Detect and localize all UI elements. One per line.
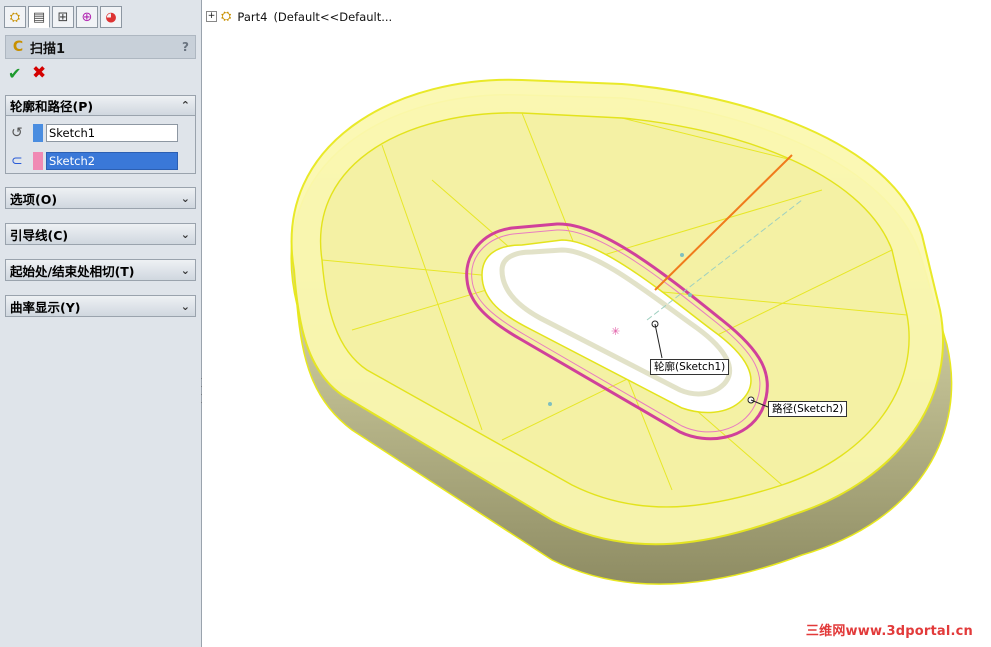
- profile-path-header[interactable]: 轮廓和路径(P) ⌃: [6, 96, 195, 116]
- display-manager-icon: ◕: [105, 9, 117, 25]
- profile-path-label: 轮廓和路径(P): [10, 99, 94, 114]
- sweep-icon: C: [12, 39, 24, 55]
- expand-icon[interactable]: ⌄: [181, 228, 190, 241]
- curvature-display-header[interactable]: 曲率显示(Y) ⌄: [6, 296, 195, 316]
- tangency-label: 起始处/结束处相切(T): [10, 263, 135, 279]
- feature-title: 扫描1: [30, 41, 66, 57]
- tangency-group: 起始处/结束处相切(T) ⌄: [5, 259, 196, 281]
- origin-mark: ✳: [611, 325, 620, 338]
- profile-selection-field[interactable]: Sketch1: [46, 124, 178, 142]
- dimxpert-tab[interactable]: ⊕: [76, 6, 98, 28]
- guide-curves-group: 引导线(C) ⌄: [5, 223, 196, 245]
- configuration-manager-tab[interactable]: ⊞: [52, 6, 74, 28]
- profile-icon: ↺: [11, 125, 23, 141]
- profile-path-group: 轮廓和路径(P) ⌃ ↺ Sketch1 ⊂ Sketch2: [5, 95, 196, 174]
- expand-icon[interactable]: ⌄: [181, 264, 190, 277]
- graphics-area[interactable]: + ⛭ Part4 (Default<<Default... ✳ 轮廓(Sket…: [202, 0, 991, 647]
- options-label: 选项(O): [10, 191, 58, 207]
- sweep-model-preview: ✳: [290, 78, 953, 585]
- cancel-button[interactable]: ✖: [32, 63, 46, 83]
- tangency-header[interactable]: 起始处/结束处相切(T) ⌄: [6, 260, 195, 280]
- path-row: ⊂ Sketch2: [11, 151, 178, 171]
- profile-color-swatch: [33, 124, 43, 142]
- dimxpert-icon: ⊕: [81, 9, 93, 25]
- watermark: 三维网www.3dportal.cn: [805, 624, 973, 639]
- help-button[interactable]: ?: [182, 40, 189, 54]
- property-manager-icon: ▤: [32, 9, 46, 25]
- path-color-swatch: [33, 152, 43, 170]
- options-header[interactable]: 选项(O) ⌄: [6, 188, 195, 208]
- configuration-manager-icon: ⊞: [57, 9, 69, 25]
- property-manager-tab[interactable]: ▤: [28, 6, 50, 28]
- curvature-display-label: 曲率显示(Y): [10, 299, 81, 315]
- collapse-icon[interactable]: ⌃: [181, 99, 190, 112]
- path-selection-field[interactable]: Sketch2: [46, 152, 178, 170]
- display-manager-tab[interactable]: ◕: [100, 6, 122, 28]
- options-group: 选项(O) ⌄: [5, 187, 196, 209]
- expand-icon[interactable]: ⌄: [181, 192, 190, 205]
- manager-tabs: ⛭ ▤ ⊞ ⊕ ◕: [4, 6, 122, 30]
- profile-row: ↺ Sketch1: [11, 123, 178, 143]
- path-callout[interactable]: 路径(Sketch2): [768, 401, 848, 417]
- feature-manager-icon: ⛭: [9, 9, 21, 25]
- guide-curves-label: 引导线(C): [10, 227, 69, 243]
- profile-callout[interactable]: 轮廓(Sketch1): [650, 359, 730, 375]
- ok-button[interactable]: ✔: [8, 64, 21, 83]
- feature-title-bar: C 扫描1 ?: [5, 35, 196, 59]
- property-manager-panel: ⛭ ▤ ⊞ ⊕ ◕ C 扫描1 ? ✔ ✖ 轮廓和路径(P) ⌃ ↺ Sketc…: [0, 0, 202, 647]
- path-icon: ⊂: [11, 153, 23, 169]
- guide-curves-header[interactable]: 引导线(C) ⌄: [6, 224, 195, 244]
- expand-icon[interactable]: ⌄: [181, 300, 190, 313]
- feature-manager-tab[interactable]: ⛭: [4, 6, 26, 28]
- curvature-display-group: 曲率显示(Y) ⌄: [5, 295, 196, 317]
